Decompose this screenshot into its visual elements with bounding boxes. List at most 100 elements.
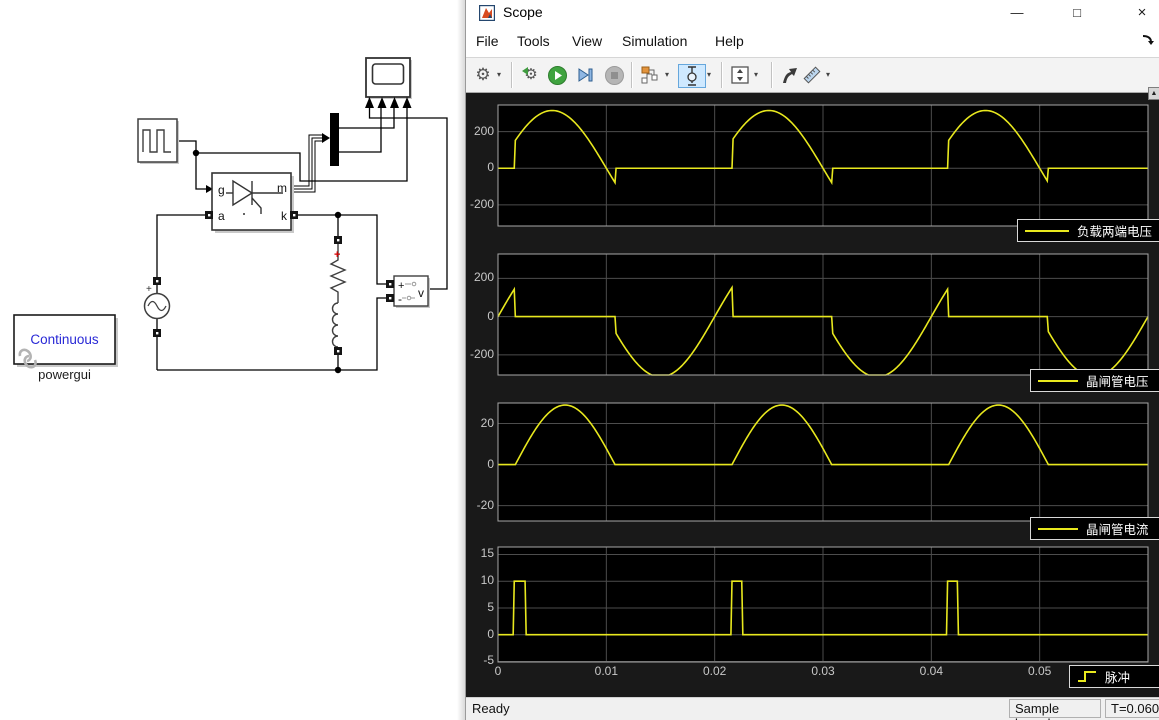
window-title: Scope (503, 4, 543, 20)
inductor-icon (333, 303, 339, 347)
screenshot-root: g a m k (0, 0, 1159, 720)
settings-caret-icon[interactable]: ▾ (497, 70, 501, 79)
maximize-button[interactable]: □ (1055, 0, 1099, 26)
menubar: File Tools View Simulation Help (466, 26, 1159, 58)
bold-up-arrow-icon (779, 65, 799, 85)
scope-screen-icon (373, 64, 404, 84)
trigger-icon (683, 66, 701, 86)
update-arrow-button[interactable] (778, 64, 800, 86)
legend-thyristor-voltage[interactable]: 晶闸管电压 (1030, 369, 1159, 392)
step-forward-icon (576, 66, 594, 84)
toolbar-separator (631, 62, 633, 88)
x-tick-label: 0.04 (909, 664, 953, 678)
scope-panel-3 (498, 403, 1148, 521)
scope-plots (466, 93, 1159, 697)
menu-file[interactable]: File (476, 33, 499, 49)
menu-tools[interactable]: Tools (517, 33, 550, 49)
y-tick-label: 200 (466, 124, 494, 138)
window-shadow (457, 0, 465, 720)
voltmeter-minus-label: - (398, 292, 402, 306)
green-back-arrow-icon (520, 66, 530, 76)
y-tick-label: 5 (466, 600, 494, 614)
toolbar-separator (721, 62, 723, 88)
close-button[interactable]: × (1120, 0, 1159, 26)
axes-scaling-button[interactable] (729, 64, 751, 86)
y-tick-label: -200 (466, 347, 494, 361)
status-sim-time: T=0.060 (1105, 699, 1159, 718)
dock-arrow-icon[interactable] (1142, 32, 1156, 46)
legend-label: 脉冲 (1105, 667, 1130, 686)
legend-line-icon (1038, 528, 1078, 530)
x-tick-label: 0 (476, 664, 520, 678)
step-forward-button[interactable] (574, 64, 596, 86)
scope-panel-1 (498, 105, 1148, 226)
play-icon (548, 66, 567, 85)
x-tick-label: 0.01 (584, 664, 628, 678)
menu-view[interactable]: View (572, 33, 602, 49)
legend-pulse[interactable]: 脉冲 (1069, 665, 1159, 688)
menu-help[interactable]: Help (715, 33, 744, 49)
run-button[interactable] (546, 64, 568, 86)
toolbar: ⚙ ▾ ⚙ (466, 58, 1159, 93)
legend-label: 晶闸管电流 (1086, 519, 1149, 538)
menu-simulation[interactable]: Simulation (622, 33, 687, 49)
stop-button[interactable] (603, 64, 625, 86)
titlebar[interactable]: Scope — □ × (466, 0, 1159, 26)
measurements-caret-icon[interactable]: ▾ (826, 70, 830, 79)
legend-thyristor-current[interactable]: 晶闸管电流 (1030, 517, 1159, 540)
scope-panel-2 (498, 254, 1148, 375)
legend-line-icon (1025, 230, 1069, 232)
legend-load-voltage[interactable]: 负载两端电压 (1017, 219, 1159, 242)
thyristor-block[interactable]: g a m k (212, 173, 294, 233)
status-sample-mode: Sample based (1009, 699, 1101, 718)
scope-plot-region: 负载两端电压 晶闸管电压 晶闸管电流 脉冲 2000-2002000-20020… (466, 93, 1159, 697)
y-tick-label: 10 (466, 573, 494, 587)
thyristor-m-bundle-wire (291, 135, 322, 192)
legend-line-icon (1038, 380, 1078, 382)
scope-window: Scope — □ × File Tools View Simulation H… (465, 0, 1159, 720)
settings-gear-button[interactable]: ⚙ (472, 64, 494, 86)
y-tick-label: -20 (466, 498, 494, 512)
voltmeter-v-label: v (418, 286, 424, 300)
y-tick-label: 0 (466, 627, 494, 641)
y-tick-label: 0 (466, 309, 494, 323)
minimize-button[interactable]: — (995, 0, 1039, 26)
trigger-caret-icon[interactable]: ▾ (707, 70, 711, 79)
y-tick-label: 20 (466, 416, 494, 430)
simulink-model-canvas[interactable]: g a m k (0, 0, 465, 720)
statusbar: Ready Sample based T=0.060 (466, 697, 1159, 720)
scroll-top-button[interactable]: ▲ (1148, 87, 1159, 100)
demux-block[interactable] (330, 113, 339, 166)
x-tick-label: 0.02 (693, 664, 737, 678)
port-label-g: g (218, 183, 225, 197)
status-ready: Ready (472, 701, 510, 716)
powergui-mode-label: Continuous (30, 332, 99, 347)
axes-scaling-icon (730, 65, 750, 85)
y-tick-label: -200 (466, 197, 494, 211)
y-tick-label: 0 (466, 160, 494, 174)
pulse-generator-block[interactable] (138, 119, 179, 164)
signals-caret-icon[interactable]: ▾ (665, 70, 669, 79)
voltage-measurement-block[interactable]: + - v (394, 276, 430, 308)
scope-panel-4 (498, 547, 1148, 662)
legend-label: 负载两端电压 (1077, 221, 1152, 240)
scope-block[interactable] (365, 58, 412, 108)
legend-label: 晶闸管电压 (1086, 371, 1149, 390)
configure-signals-button[interactable] (639, 64, 661, 86)
voltmeter-plus-label: + (398, 280, 404, 292)
y-tick-label: 0 (466, 457, 494, 471)
series-rl-load-block[interactable]: + (331, 244, 345, 347)
electrical-wires (157, 215, 386, 370)
ruler-icon (802, 65, 822, 85)
powergui-block[interactable]: Continuous (14, 315, 118, 367)
port-label-k: k (281, 209, 288, 223)
load-plus-label: + (334, 249, 340, 261)
powergui-name-label: powergui (38, 367, 91, 382)
measurements-button[interactable] (801, 64, 823, 86)
x-tick-label: 0.05 (1018, 664, 1062, 678)
trigger-button[interactable] (678, 64, 706, 88)
highlight-simulink-block-button[interactable]: ⚙ (520, 64, 542, 86)
axes-scaling-caret-icon[interactable]: ▾ (754, 70, 758, 79)
thyristor-dot-icon (243, 213, 245, 215)
legend-step-icon (1077, 670, 1097, 683)
